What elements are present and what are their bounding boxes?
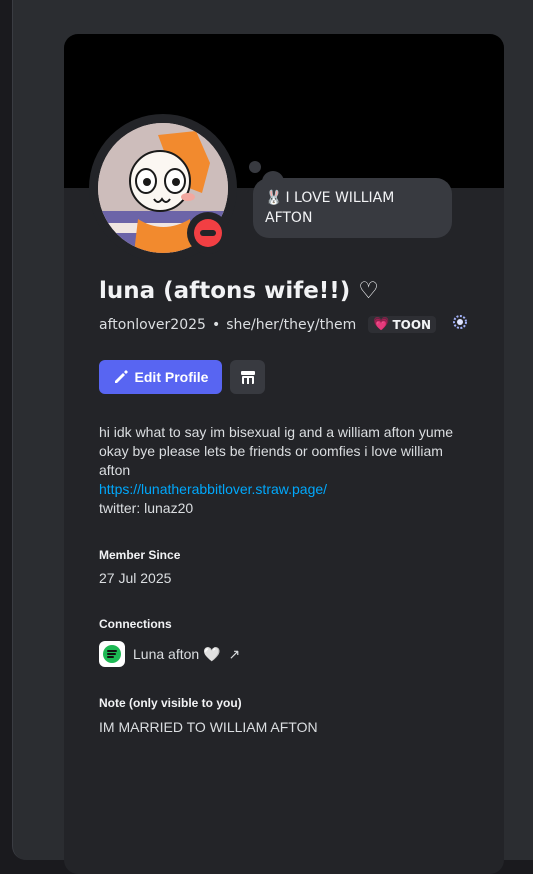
custom-status-text: I LOVE WILLIAM AFTON	[265, 190, 395, 226]
status-indicator	[187, 212, 229, 254]
bio-twitter: twitter: lunaz20	[99, 500, 194, 516]
bubble-tail-small	[249, 161, 261, 173]
connection-name: Luna afton 🤍	[133, 645, 221, 662]
server-tag[interactable]: 💗 TOON	[368, 316, 437, 333]
edit-profile-label: Edit Profile	[134, 369, 209, 385]
bio-text: hi idk what to say im bisexual ig and a …	[99, 424, 454, 478]
rabbit-emoji-icon: 🐰	[265, 190, 283, 206]
note-value[interactable]: IM MARRIED TO WILLIAM AFTON	[99, 719, 318, 735]
about-me: hi idk what to say im bisexual ig and a …	[99, 423, 459, 518]
profile-subline: aftonlover2025 • she/her/they/them 💗 TOO…	[99, 312, 470, 337]
member-since-value: 27 Jul 2025	[99, 570, 172, 586]
external-link-icon: ↗	[228, 645, 241, 662]
note-title: Note (only visible to you)	[99, 696, 242, 710]
bio-link[interactable]: https://lunatherabbitlover.straw.page/	[99, 480, 459, 499]
profile-card: 🐰 I LOVE WILLIAM AFTON luna (aftons wife!…	[64, 34, 504, 874]
shop-icon	[240, 371, 255, 384]
laurel-badge-icon[interactable]	[450, 312, 470, 337]
display-name: luna (aftons wife!!) ♡	[99, 278, 379, 304]
pronouns: she/her/they/them	[226, 316, 357, 333]
heart-icon: 💗	[373, 317, 390, 332]
do-not-disturb-icon	[194, 219, 222, 247]
avatar-wrapper[interactable]	[89, 114, 237, 262]
connection-spotify[interactable]: Luna afton 🤍 ↗	[99, 641, 240, 667]
spotify-icon	[99, 641, 125, 667]
shop-button[interactable]	[230, 360, 265, 394]
server-tag-label: TOON	[392, 317, 432, 332]
edit-profile-button[interactable]: Edit Profile	[99, 360, 222, 394]
username[interactable]: aftonlover2025	[99, 317, 206, 333]
member-since-title: Member Since	[99, 548, 181, 562]
custom-status-bubble[interactable]: 🐰 I LOVE WILLIAM AFTON	[253, 178, 452, 238]
connections-title: Connections	[99, 617, 172, 631]
pencil-icon	[114, 370, 128, 383]
separator: •	[211, 316, 221, 333]
